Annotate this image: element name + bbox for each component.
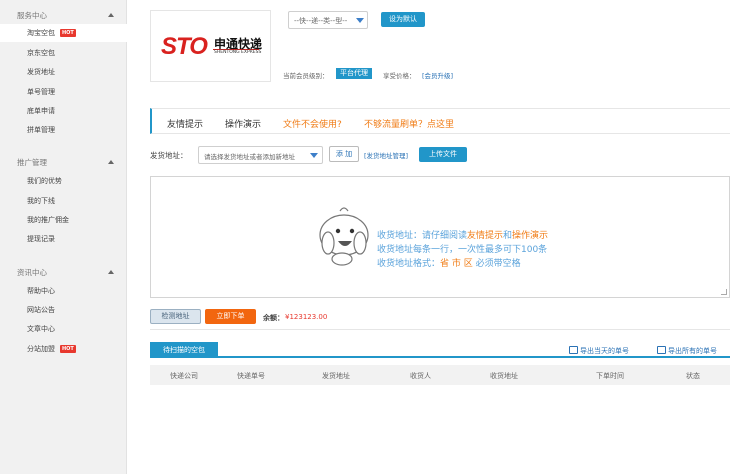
sidebar-item-label: 我的下线 bbox=[27, 197, 55, 205]
tab-pending-scan[interactable]: 待扫描的空包 bbox=[150, 342, 218, 358]
sidebar-item-notice[interactable]: 网站公告 bbox=[0, 301, 127, 319]
sidebar-item-label: 网站公告 bbox=[27, 306, 55, 314]
column-header: 发货地址 bbox=[322, 372, 350, 380]
chevron-down-icon bbox=[310, 153, 318, 158]
sidebar-item-label: 我的推广佣金 bbox=[27, 216, 69, 224]
mascot-icon bbox=[319, 207, 369, 266]
add-address-button[interactable]: 添 加 bbox=[329, 146, 359, 162]
hint-line-3: 收货地址格式：省 市 区 必须带空格 bbox=[377, 256, 521, 269]
sidebar-item-articles[interactable]: 文章中心 bbox=[0, 320, 127, 338]
sidebar-item-merge[interactable]: 拼单管理 bbox=[0, 121, 127, 139]
sidebar-item-jd[interactable]: 京东空包 bbox=[0, 44, 127, 62]
column-header: 收货地址 bbox=[490, 372, 518, 380]
sidebar-section-service[interactable]: 服务中心 bbox=[0, 8, 127, 22]
collapse-arrow-icon[interactable] bbox=[108, 13, 114, 17]
select-value: 请选择发货地址或者添加新地址 bbox=[204, 153, 295, 161]
collapse-arrow-icon[interactable] bbox=[108, 160, 114, 164]
sidebar-item-withdraw[interactable]: 提现记录 bbox=[0, 230, 127, 248]
export-today-link[interactable]: 导出当天的单号 bbox=[569, 346, 629, 356]
table-header: 快递公司 快递单号 发货地址 收货人 收货地址 下单时间 状态 bbox=[150, 365, 730, 385]
sidebar-section-promo[interactable]: 推广管理 bbox=[0, 155, 127, 169]
sidebar-item-label: 发货地址 bbox=[27, 68, 55, 76]
column-header: 快递公司 bbox=[170, 372, 198, 380]
tab-demo[interactable]: 操作演示 bbox=[225, 117, 261, 130]
chevron-down-icon bbox=[356, 18, 364, 23]
courier-type-select[interactable]: --快--递--类--型-- bbox=[288, 11, 368, 29]
address-textarea[interactable]: 收货地址：请仔细阅读友情提示和操作演示 收货地址每条一行，一次性最多可下100条… bbox=[150, 176, 730, 298]
place-order-button[interactable]: 立即下单 bbox=[205, 309, 256, 324]
sidebar-item-taobao[interactable]: 淘宝空包 HOT bbox=[0, 24, 127, 42]
sidebar-item-label: 分站加盟 bbox=[27, 345, 55, 353]
tab-no-traffic[interactable]: 不够流量刷单？点这里 bbox=[364, 117, 454, 130]
section-title: 资讯中心 bbox=[17, 268, 47, 277]
sidebar-item-tracking[interactable]: 单号管理 bbox=[0, 83, 127, 101]
export-label: 导出所有的单号 bbox=[668, 347, 717, 355]
hint-text: 收货地址：请仔细阅读 bbox=[377, 231, 468, 241]
sidebar-item-sender-address[interactable]: 发货地址 bbox=[0, 63, 127, 81]
hint-line-1: 收货地址：请仔细阅读友情提示和操作演示 bbox=[377, 228, 548, 241]
column-header: 快递单号 bbox=[237, 372, 265, 380]
sidebar-item-label: 提现记录 bbox=[27, 235, 55, 243]
sidebar-item-advantages[interactable]: 我们的优势 bbox=[0, 172, 127, 190]
sidebar-item-label: 帮助中心 bbox=[27, 287, 55, 295]
sidebar-item-receipt[interactable]: 底单申请 bbox=[0, 102, 127, 120]
balance-value: ¥123123.00 bbox=[285, 313, 328, 321]
tab-file-help[interactable]: 文件不会使用? bbox=[283, 117, 342, 130]
column-header: 下单时间 bbox=[596, 372, 624, 380]
divider bbox=[150, 329, 730, 330]
hint-text: 和 bbox=[503, 231, 513, 241]
section-title: 推广管理 bbox=[17, 158, 47, 167]
export-icon bbox=[569, 346, 578, 354]
address-manage-link[interactable]: [发货地址管理] bbox=[364, 150, 408, 160]
set-default-button[interactable]: 设为默认 bbox=[381, 12, 425, 27]
sidebar: 服务中心 淘宝空包 HOT 京东空包 发货地址 单号管理 底单申请 拼单管理 推… bbox=[0, 0, 127, 474]
hint-link-demo[interactable]: 操作演示 bbox=[512, 231, 548, 241]
price-label: 享受价格： bbox=[383, 72, 416, 80]
sidebar-item-help[interactable]: 帮助中心 bbox=[0, 282, 127, 300]
sidebar-item-label: 我们的优势 bbox=[27, 177, 62, 185]
sidebar-item-label: 京东空包 bbox=[27, 49, 55, 57]
sidebar-item-label: 单号管理 bbox=[27, 88, 55, 96]
export-icon bbox=[657, 346, 666, 354]
courier-logo: STO 申通快递 SHENTONG EXPRESS bbox=[150, 10, 271, 82]
sidebar-item-label: 拼单管理 bbox=[27, 126, 55, 134]
export-label: 导出当天的单号 bbox=[580, 347, 629, 355]
sidebar-section-news[interactable]: 资讯中心 bbox=[0, 265, 127, 279]
sidebar-item-commission[interactable]: 我的推广佣金 bbox=[0, 211, 127, 229]
hint-text: 收货地址格式： bbox=[377, 259, 441, 269]
resize-handle[interactable] bbox=[721, 289, 727, 295]
select-value: --快--递--类--型-- bbox=[294, 17, 348, 25]
collapse-arrow-icon[interactable] bbox=[108, 270, 114, 274]
column-header: 收货人 bbox=[410, 372, 431, 380]
member-level-badge: 平台代理 bbox=[336, 68, 372, 79]
member-level-label: 当前会员级别： bbox=[283, 72, 329, 80]
sender-address-select[interactable]: 请选择发货地址或者添加新地址 bbox=[198, 146, 323, 164]
sidebar-item-label: 文章中心 bbox=[27, 325, 55, 333]
export-all-link[interactable]: 导出所有的单号 bbox=[657, 346, 717, 356]
upload-file-button[interactable]: 上传文件 bbox=[419, 147, 467, 162]
hot-badge: HOT bbox=[60, 345, 76, 353]
section-title: 服务中心 bbox=[17, 11, 47, 20]
sto-logo-en: SHENTONG EXPRESS bbox=[214, 50, 262, 55]
check-address-button[interactable]: 检测地址 bbox=[150, 309, 201, 324]
info-tab-bar: 友情提示 操作演示 文件不会使用? 不够流量刷单？点这里 bbox=[150, 108, 730, 134]
hint-line-2: 收货地址每条一行，一次性最多可下100条 bbox=[377, 245, 548, 255]
sender-address-label: 发货地址： bbox=[150, 151, 188, 160]
balance-label: 余额： bbox=[263, 314, 284, 322]
tab-tips[interactable]: 友情提示 bbox=[167, 117, 203, 130]
sidebar-item-downline[interactable]: 我的下线 bbox=[0, 192, 127, 210]
hot-badge: HOT bbox=[60, 29, 76, 37]
sidebar-item-label: 淘宝空包 bbox=[27, 29, 55, 37]
hint-text: 必须带空格 bbox=[472, 259, 521, 269]
hint-highlight: 省 市 区 bbox=[440, 259, 473, 269]
sidebar-item-franchise[interactable]: 分站加盟 HOT bbox=[0, 340, 127, 358]
upgrade-link[interactable]: [会员升级] bbox=[422, 70, 453, 80]
column-header: 状态 bbox=[686, 372, 700, 380]
table-tab-bar: 待扫描的空包 bbox=[150, 342, 730, 358]
sto-logo-text: STO bbox=[161, 33, 208, 60]
hint-link-tips[interactable]: 友情提示 bbox=[467, 231, 503, 241]
sidebar-item-label: 底单申请 bbox=[27, 107, 55, 115]
